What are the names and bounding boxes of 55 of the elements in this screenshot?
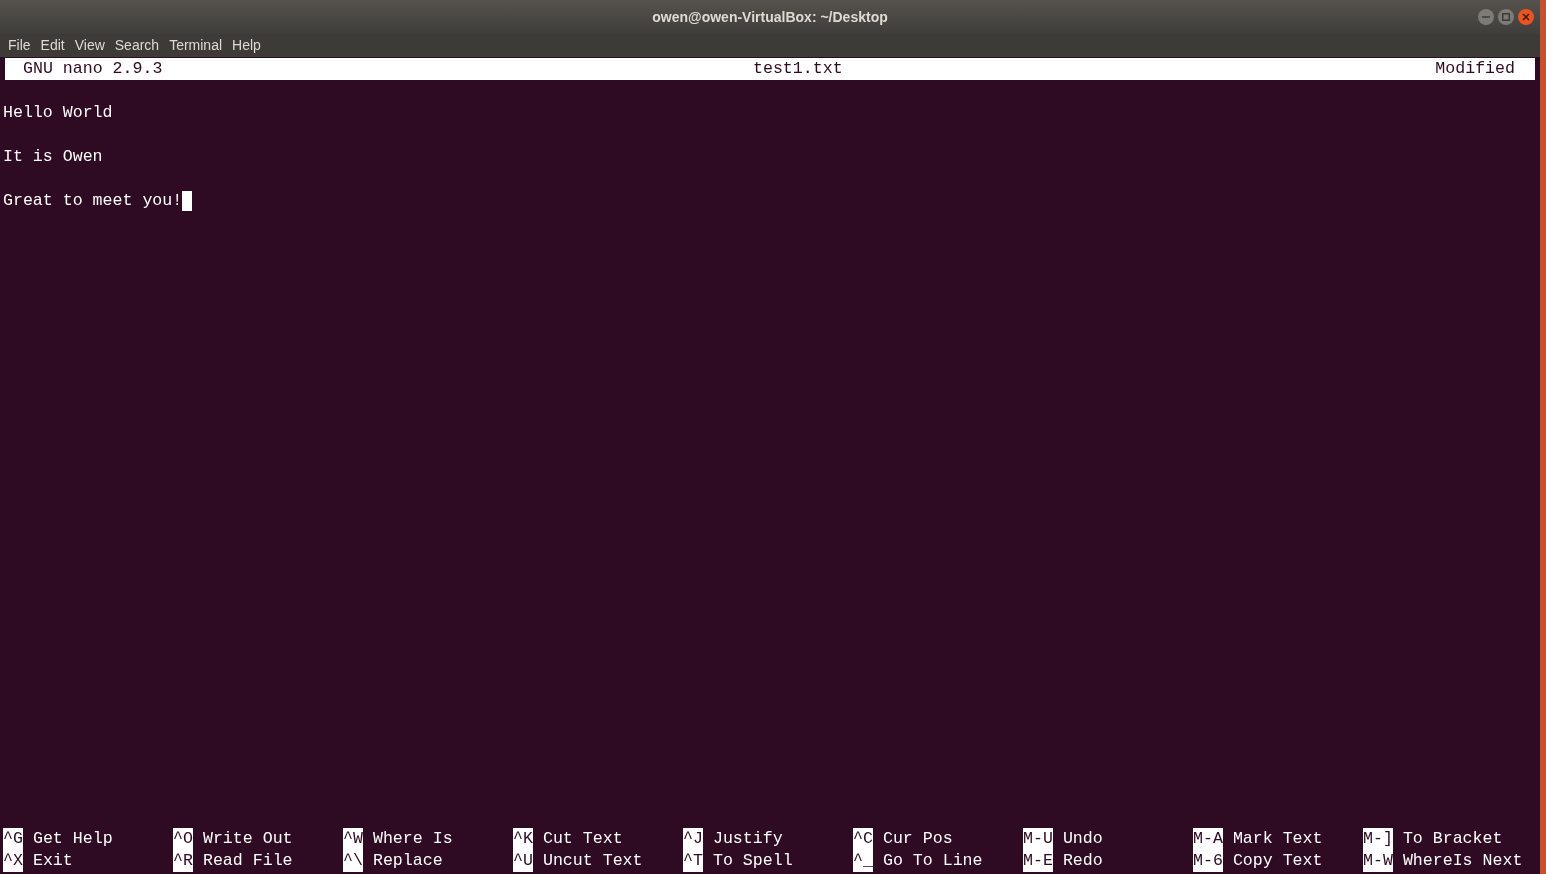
close-icon xyxy=(1522,13,1530,21)
version-label: GNU nano 2.9.3 xyxy=(23,58,163,80)
shortcut-label: Copy Text xyxy=(1232,850,1323,872)
menu-item[interactable]: Edit xyxy=(36,35,69,56)
modified-status: Modified xyxy=(1435,58,1515,80)
shortcut-label: Write Out xyxy=(202,828,293,850)
shortcut-key: M-U xyxy=(1023,828,1053,850)
shortcut-label: Uncut Text xyxy=(542,850,643,872)
text-line: Hello World xyxy=(3,102,113,124)
shortcut-key: ^X xyxy=(3,850,23,872)
shortcut-key: M-] xyxy=(1363,828,1393,850)
shortcut-label: Read File xyxy=(202,850,293,872)
shortcut-key: ^\ xyxy=(343,850,363,872)
menu-item[interactable]: Terminal xyxy=(165,35,227,56)
shortcut-label: Redo xyxy=(1062,850,1103,872)
shortcut-label: Replace xyxy=(372,850,443,872)
shortcut-key: ^T xyxy=(683,850,703,872)
minimize-button[interactable] xyxy=(1478,9,1494,25)
shortcut-label: Go To Line xyxy=(882,850,983,872)
close-button[interactable] xyxy=(1518,9,1534,25)
shortcut-key: ^G xyxy=(3,828,23,850)
shortcut-key: ^_ xyxy=(853,850,873,872)
maximize-button[interactable] xyxy=(1498,9,1514,25)
shortcut-label: Exit xyxy=(32,850,73,872)
shortcut-key: ^U xyxy=(513,850,533,872)
menu-item[interactable]: Search xyxy=(110,35,164,56)
shortcut-key: ^W xyxy=(343,828,363,850)
shortcut-key: M-W xyxy=(1363,850,1393,872)
file-name: test1.txt xyxy=(753,58,843,80)
shortcut-label: Get Help xyxy=(32,828,113,850)
maximize-icon xyxy=(1502,13,1510,21)
shortcut-label: WhereIs Next xyxy=(1402,850,1523,872)
window-title: owen@owen-VirtualBox: ~/Desktop xyxy=(652,7,888,27)
shortcut-label: Cur Pos xyxy=(882,828,953,850)
menu-item[interactable]: View xyxy=(70,35,109,56)
shortcut-key: ^O xyxy=(173,828,193,850)
shortcut-key: M-E xyxy=(1023,850,1053,872)
shortcut-key: ^R xyxy=(173,850,193,872)
shortcut-key: ^K xyxy=(513,828,533,850)
shortcut-label: Undo xyxy=(1062,828,1103,850)
text-line: Great to meet you! xyxy=(3,190,183,212)
shortcut-key: ^C xyxy=(853,828,873,850)
minimize-icon xyxy=(1482,13,1490,21)
menu-item[interactable]: File xyxy=(4,35,35,56)
shortcut-label: Cut Text xyxy=(542,828,623,850)
shortcut-key: M-6 xyxy=(1193,850,1223,872)
shortcut-key: ^J xyxy=(683,828,703,850)
shortcut-label: To Bracket xyxy=(1402,828,1503,850)
menu-item[interactable]: Help xyxy=(228,35,265,56)
shortcut-label: Mark Text xyxy=(1232,828,1323,850)
shortcut-label: To Spell xyxy=(712,850,793,872)
shortcut-key: M-A xyxy=(1193,828,1223,850)
shortcut-label: Where Is xyxy=(372,828,453,850)
shortcut-label: Justify xyxy=(712,828,783,850)
text-line: It is Owen xyxy=(3,146,103,168)
